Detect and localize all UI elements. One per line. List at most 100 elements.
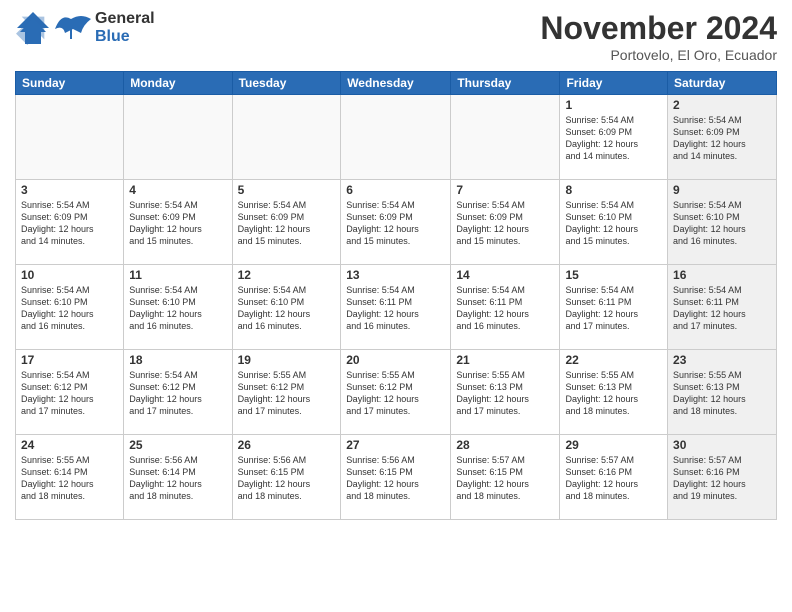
day-number: 27 (346, 438, 445, 452)
calendar-day: 15 Sunrise: 5:54 AM Sunset: 6:11 PM Dayli… (560, 265, 668, 350)
day-info: Sunrise: 5:54 AM Sunset: 6:11 PM Dayligh… (346, 284, 445, 333)
day-info: Sunrise: 5:55 AM Sunset: 6:12 PM Dayligh… (346, 369, 445, 418)
calendar-day: 21 Sunrise: 5:55 AM Sunset: 6:13 PM Dayli… (451, 350, 560, 435)
calendar-day: 10Sunrise: 5:54 AM Sunset: 6:10 PM Dayli… (16, 265, 124, 350)
week-row-2: 3Sunrise: 5:54 AM Sunset: 6:09 PM Daylig… (16, 180, 777, 265)
calendar-day: 5Sunrise: 5:54 AM Sunset: 6:09 PM Daylig… (232, 180, 341, 265)
calendar-day (124, 95, 232, 180)
calendar-day: 13 Sunrise: 5:54 AM Sunset: 6:11 PM Dayli… (341, 265, 451, 350)
col-monday: Monday (124, 72, 232, 95)
day-number: 16 (673, 268, 771, 282)
calendar-day: 2 Sunrise: 5:54 AM Sunset: 6:09 PM Daylig… (668, 95, 777, 180)
calendar-day: 4 Sunrise: 5:54 AM Sunset: 6:09 PM Daylig… (124, 180, 232, 265)
calendar-day: 29 Sunrise: 5:57 AM Sunset: 6:16 PM Dayli… (560, 435, 668, 520)
day-info: Sunrise: 5:54 AM Sunset: 6:10 PM Dayligh… (673, 199, 771, 248)
week-row-4: 17 Sunrise: 5:54 AM Sunset: 6:12 PM Dayli… (16, 350, 777, 435)
day-number: 19 (238, 353, 336, 367)
week-row-1: 1Sunrise: 5:54 AM Sunset: 6:09 PM Daylig… (16, 95, 777, 180)
col-tuesday: Tuesday (232, 72, 341, 95)
calendar-day: 8 Sunrise: 5:54 AM Sunset: 6:10 PM Daylig… (560, 180, 668, 265)
day-info: Sunrise: 5:56 AM Sunset: 6:14 PM Dayligh… (129, 454, 226, 503)
col-saturday: Saturday (668, 72, 777, 95)
logo-bird-icon (53, 11, 93, 46)
calendar-day: 1Sunrise: 5:54 AM Sunset: 6:09 PM Daylig… (560, 95, 668, 180)
day-number: 2 (673, 98, 771, 112)
day-info: Sunrise: 5:54 AM Sunset: 6:11 PM Dayligh… (673, 284, 771, 333)
calendar-day: 30 Sunrise: 5:57 AM Sunset: 6:16 PM Dayli… (668, 435, 777, 520)
day-info: Sunrise: 5:54 AM Sunset: 6:09 PM Dayligh… (346, 199, 445, 248)
calendar-table: Sunday Monday Tuesday Wednesday Thursday… (15, 71, 777, 520)
day-info: Sunrise: 5:54 AM Sunset: 6:09 PM Dayligh… (21, 199, 118, 248)
calendar-title: November 2024 (540, 10, 777, 47)
day-number: 11 (129, 268, 226, 282)
day-number: 30 (673, 438, 771, 452)
col-friday: Friday (560, 72, 668, 95)
calendar-day: 20 Sunrise: 5:55 AM Sunset: 6:12 PM Dayli… (341, 350, 451, 435)
week-row-3: 10Sunrise: 5:54 AM Sunset: 6:10 PM Dayli… (16, 265, 777, 350)
logo: General Blue (15, 10, 155, 46)
day-number: 13 (346, 268, 445, 282)
calendar-day: 7Sunrise: 5:54 AM Sunset: 6:09 PM Daylig… (451, 180, 560, 265)
calendar-day: 16 Sunrise: 5:54 AM Sunset: 6:11 PM Dayli… (668, 265, 777, 350)
day-info: Sunrise: 5:57 AM Sunset: 6:16 PM Dayligh… (673, 454, 771, 503)
day-number: 4 (129, 183, 226, 197)
day-info: Sunrise: 5:55 AM Sunset: 6:12 PM Dayligh… (238, 369, 336, 418)
calendar-day: 24 Sunrise: 5:55 AM Sunset: 6:14 PM Dayli… (16, 435, 124, 520)
calendar-day: 12 Sunrise: 5:54 AM Sunset: 6:10 PM Dayli… (232, 265, 341, 350)
calendar-day: 3Sunrise: 5:54 AM Sunset: 6:09 PM Daylig… (16, 180, 124, 265)
day-info: Sunrise: 5:54 AM Sunset: 6:11 PM Dayligh… (565, 284, 662, 333)
calendar-day: 28Sunrise: 5:57 AM Sunset: 6:15 PM Dayli… (451, 435, 560, 520)
day-info: Sunrise: 5:55 AM Sunset: 6:13 PM Dayligh… (456, 369, 554, 418)
calendar-day: 9 Sunrise: 5:54 AM Sunset: 6:10 PM Daylig… (668, 180, 777, 265)
day-number: 21 (456, 353, 554, 367)
logo-text: General Blue (95, 10, 155, 45)
calendar-day (451, 95, 560, 180)
day-number: 28 (456, 438, 554, 452)
day-number: 8 (565, 183, 662, 197)
calendar-day: 25 Sunrise: 5:56 AM Sunset: 6:14 PM Dayli… (124, 435, 232, 520)
day-info: Sunrise: 5:56 AM Sunset: 6:15 PM Dayligh… (238, 454, 336, 503)
day-number: 14 (456, 268, 554, 282)
day-info: Sunrise: 5:54 AM Sunset: 6:10 PM Dayligh… (21, 284, 118, 333)
day-number: 23 (673, 353, 771, 367)
day-info: Sunrise: 5:55 AM Sunset: 6:13 PM Dayligh… (565, 369, 662, 418)
calendar-day: 23Sunrise: 5:55 AM Sunset: 6:13 PM Dayli… (668, 350, 777, 435)
calendar-header-row: Sunday Monday Tuesday Wednesday Thursday… (16, 72, 777, 95)
day-info: Sunrise: 5:55 AM Sunset: 6:14 PM Dayligh… (21, 454, 118, 503)
day-info: Sunrise: 5:57 AM Sunset: 6:16 PM Dayligh… (565, 454, 662, 503)
day-number: 5 (238, 183, 336, 197)
calendar-day: 19 Sunrise: 5:55 AM Sunset: 6:12 PM Dayli… (232, 350, 341, 435)
day-info: Sunrise: 5:54 AM Sunset: 6:09 PM Dayligh… (673, 114, 771, 163)
calendar-day (341, 95, 451, 180)
calendar-subtitle: Portovelo, El Oro, Ecuador (540, 47, 777, 63)
day-info: Sunrise: 5:54 AM Sunset: 6:10 PM Dayligh… (129, 284, 226, 333)
day-number: 15 (565, 268, 662, 282)
page-header: General Blue November 2024 Portovelo, El… (15, 10, 777, 63)
week-row-5: 24 Sunrise: 5:55 AM Sunset: 6:14 PM Dayli… (16, 435, 777, 520)
day-number: 9 (673, 183, 771, 197)
day-number: 22 (565, 353, 662, 367)
day-number: 29 (565, 438, 662, 452)
day-info: Sunrise: 5:54 AM Sunset: 6:11 PM Dayligh… (456, 284, 554, 333)
day-number: 7 (456, 183, 554, 197)
col-sunday: Sunday (16, 72, 124, 95)
day-number: 17 (21, 353, 118, 367)
col-wednesday: Wednesday (341, 72, 451, 95)
day-info: Sunrise: 5:54 AM Sunset: 6:10 PM Dayligh… (565, 199, 662, 248)
day-number: 26 (238, 438, 336, 452)
calendar-day: 27 Sunrise: 5:56 AM Sunset: 6:15 PM Dayli… (341, 435, 451, 520)
day-info: Sunrise: 5:56 AM Sunset: 6:15 PM Dayligh… (346, 454, 445, 503)
col-thursday: Thursday (451, 72, 560, 95)
day-number: 20 (346, 353, 445, 367)
day-number: 25 (129, 438, 226, 452)
day-info: Sunrise: 5:54 AM Sunset: 6:09 PM Dayligh… (129, 199, 226, 248)
day-number: 18 (129, 353, 226, 367)
logo-icon (15, 10, 51, 46)
day-info: Sunrise: 5:54 AM Sunset: 6:10 PM Dayligh… (238, 284, 336, 333)
calendar-day (16, 95, 124, 180)
day-number: 24 (21, 438, 118, 452)
day-number: 12 (238, 268, 336, 282)
day-info: Sunrise: 5:54 AM Sunset: 6:12 PM Dayligh… (21, 369, 118, 418)
page-container: General Blue November 2024 Portovelo, El… (0, 0, 792, 530)
calendar-day (232, 95, 341, 180)
